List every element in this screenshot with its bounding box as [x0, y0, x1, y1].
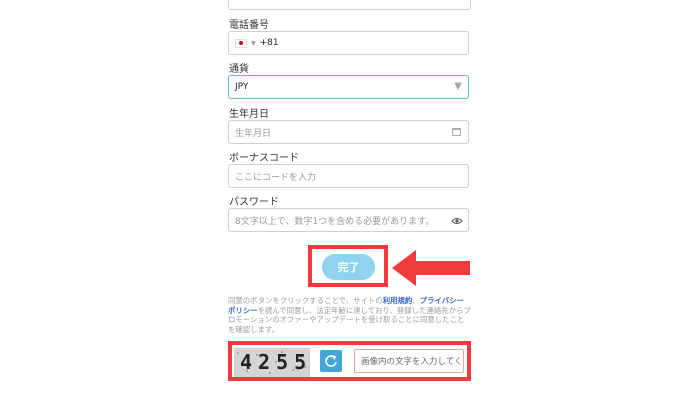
japan-flag-icon[interactable]	[235, 38, 247, 48]
phone-country-code: +81	[259, 38, 279, 48]
calendar-icon[interactable]	[452, 128, 461, 136]
bonus-code-field[interactable]: ここにコードを入力	[228, 164, 469, 188]
red-arrow-left-icon	[392, 250, 470, 286]
captcha-image-text: 4255	[240, 350, 310, 374]
captcha-image: 4255	[234, 348, 310, 377]
phone-field[interactable]: ▼ +81	[228, 31, 469, 55]
currency-select[interactable]: JPY ▼	[228, 75, 469, 99]
bonus-code-label: ボーナスコード	[229, 153, 299, 164]
currency-label: 通貨	[229, 64, 249, 75]
terms-of-use-link[interactable]: 利用規約	[383, 296, 413, 305]
password-placeholder: 8文字以上で、数字1つを含める必要があります。	[235, 216, 435, 227]
refresh-icon	[325, 355, 337, 367]
phone-label: 電話番号	[229, 20, 269, 31]
birthdate-label: 生年月日	[229, 109, 269, 120]
previous-field[interactable]	[228, 0, 471, 10]
chevron-down-icon: ▼	[454, 81, 462, 92]
birthdate-field[interactable]: 生年月日	[228, 120, 469, 144]
password-label: パスワード	[229, 197, 279, 208]
registration-page: 電話番号 ▼ +81 通貨 JPY ▼ 生年月日 生年月日 ボーナスコード ここ…	[0, 0, 700, 400]
bonus-code-placeholder: ここにコードを入力	[235, 172, 317, 183]
terms-separator: 、	[412, 296, 420, 305]
birthdate-placeholder: 生年月日	[235, 128, 272, 139]
eye-icon[interactable]	[451, 217, 463, 228]
captcha-input-placeholder: 画像内の文字を入力してく	[361, 357, 463, 367]
password-field[interactable]: 8文字以上で、数字1つを含める必要があります。	[228, 208, 469, 232]
terms-text: 同意のボタンをクリックすることで、サイトの利用規約、プライバシーポリシーを読んで…	[228, 296, 471, 334]
terms-prefix: 同意のボタンをクリックすることで、サイトの	[228, 296, 383, 305]
terms-suffix: を読んで同意し、法定年齢に達しており、登録した連絡先からプロモーションのオファー…	[228, 305, 471, 334]
currency-value: JPY	[235, 82, 249, 92]
submit-button[interactable]: 完了	[322, 254, 375, 280]
chevron-down-icon[interactable]: ▼	[251, 40, 256, 47]
captcha-input[interactable]: 画像内の文字を入力してく	[354, 349, 464, 373]
refresh-captcha-button[interactable]	[320, 350, 342, 372]
